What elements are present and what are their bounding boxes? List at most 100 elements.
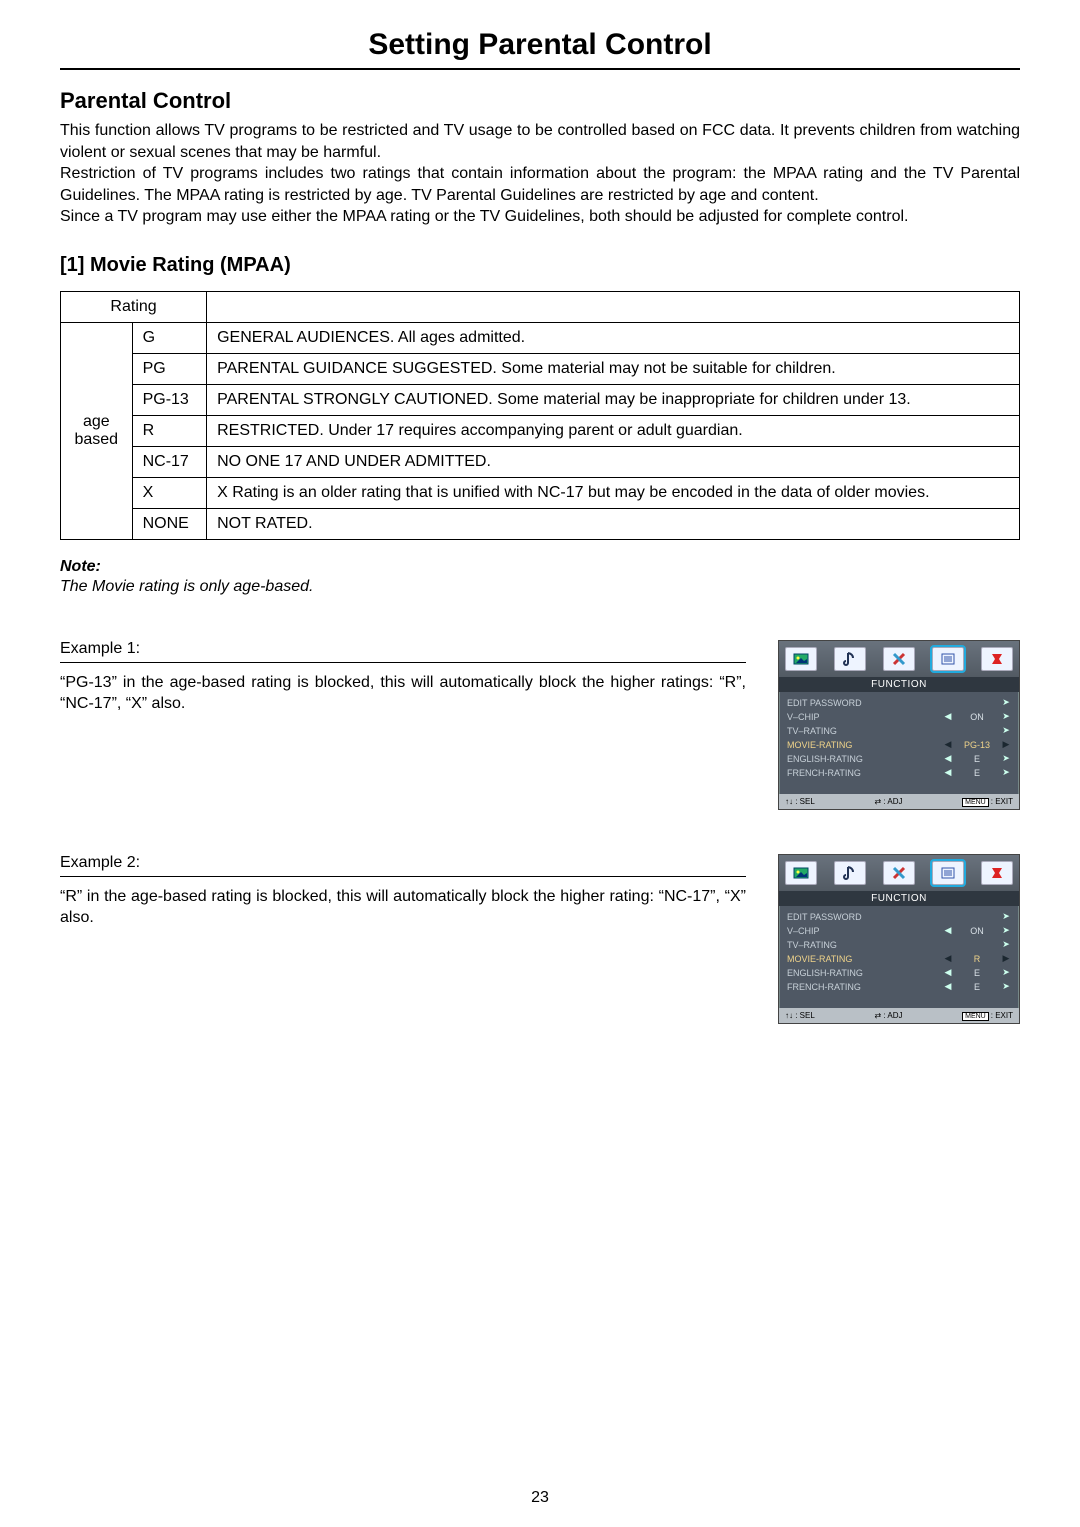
osd-item-label: V–CHIP [787, 926, 943, 936]
osd-item-label: V–CHIP [787, 712, 943, 722]
rating-code: R [132, 415, 207, 446]
osd-item-label: EDIT PASSWORD [787, 698, 943, 708]
osd-item-value: E [953, 968, 1001, 978]
osd-item-value: E [953, 768, 1001, 778]
rating-code: PG [132, 353, 207, 384]
intro-p1: This function allows TV programs to be r… [60, 120, 1020, 163]
osd-item-label: TV–RATING [787, 726, 943, 736]
function-tab-icon [932, 647, 964, 671]
audio-tab-icon [834, 647, 866, 671]
age-based-label: age based [61, 322, 133, 539]
mpaa-rating-table: Rating age based G GENERAL AUDIENCES. Al… [60, 291, 1020, 540]
rating-desc: PARENTAL STRONGLY CAUTIONED. Some materi… [207, 384, 1020, 415]
osd-foot-exit: : EXIT [991, 797, 1013, 806]
tools-tab-icon [883, 647, 915, 671]
right-arrow-icon: ➤ [1001, 911, 1011, 922]
picture-tab-icon [785, 861, 817, 885]
osd-item-value: ON [953, 712, 1001, 722]
table-row: NONE NOT RATED. [61, 508, 1020, 539]
right-arrow-icon: ➤ [1001, 711, 1011, 722]
osd-item-label: FRENCH-RATING [787, 768, 943, 778]
page-title: Setting Parental Control [60, 28, 1020, 68]
example-1-title: Example 1: [60, 640, 746, 658]
table-row: PG PARENTAL GUIDANCE SUGGESTED. Some mat… [61, 353, 1020, 384]
table-row: R RESTRICTED. Under 17 requires accompan… [61, 415, 1020, 446]
example-1-rule [60, 662, 746, 663]
example-2-body: “R” in the age-based rating is blocked, … [60, 887, 746, 929]
osd-screenshot-1: FUNCTION EDIT PASSWORD➤ V–CHIP◀ON➤ TV–RA… [778, 640, 1020, 810]
intro-p2: Restriction of TV programs includes two … [60, 163, 1020, 206]
setup-tab-icon [981, 861, 1013, 885]
rating-header: Rating [61, 291, 207, 322]
audio-tab-icon [834, 861, 866, 885]
right-arrow-icon: ➤ [1001, 939, 1011, 950]
function-tab-icon [932, 861, 964, 885]
osd-foot-adj: : ADJ [883, 797, 902, 806]
right-arrow-icon: ➤ [1001, 697, 1011, 708]
osd-item-label: FRENCH-RATING [787, 982, 943, 992]
example-2-title: Example 2: [60, 854, 746, 872]
rating-desc: NOT RATED. [207, 508, 1020, 539]
table-row: X X Rating is an older rating that is un… [61, 477, 1020, 508]
title-rule [60, 68, 1020, 70]
intro-p3: Since a TV program may use either the MP… [60, 206, 1020, 228]
right-arrow-icon: ▶ [1001, 953, 1011, 964]
left-arrow-icon: ◀ [943, 925, 953, 936]
age-based-line1: age [83, 413, 110, 430]
right-arrow-icon: ➤ [1001, 753, 1011, 764]
updown-arrow-icon: ↑↓ [785, 1011, 793, 1020]
setup-tab-icon [981, 647, 1013, 671]
tools-tab-icon [883, 861, 915, 885]
osd-footer: ↑↓ : SEL ⇄ : ADJ MENU: EXIT [779, 1008, 1019, 1023]
rating-desc: RESTRICTED. Under 17 requires accompanyi… [207, 415, 1020, 446]
osd-foot-sel: : SEL [795, 797, 815, 806]
note-body: The Movie rating is only age-based. [60, 578, 1020, 596]
rating-desc: PARENTAL GUIDANCE SUGGESTED. Some materi… [207, 353, 1020, 384]
table-row: age based G GENERAL AUDIENCES. All ages … [61, 322, 1020, 353]
osd-screenshot-2: FUNCTION EDIT PASSWORD➤ V–CHIP◀ON➤ TV–RA… [778, 854, 1020, 1024]
rating-code: PG-13 [132, 384, 207, 415]
right-arrow-icon: ➤ [1001, 767, 1011, 778]
osd-foot-sel: : SEL [795, 1011, 815, 1020]
osd-item-label: TV–RATING [787, 940, 943, 950]
osd-title: FUNCTION [779, 677, 1019, 692]
osd-tab-bar [779, 641, 1019, 677]
osd-foot-adj: : ADJ [883, 1011, 902, 1020]
right-arrow-icon: ➤ [1001, 725, 1011, 736]
osd-item-label: MOVIE-RATING [787, 740, 943, 750]
right-arrow-icon: ➤ [1001, 967, 1011, 978]
osd-title: FUNCTION [779, 891, 1019, 906]
osd-item-label: EDIT PASSWORD [787, 912, 943, 922]
leftright-arrow-icon: ⇄ [874, 1011, 881, 1020]
desc-header [207, 291, 1020, 322]
rating-code: G [132, 322, 207, 353]
rating-desc: NO ONE 17 AND UNDER ADMITTED. [207, 446, 1020, 477]
example-2-rule [60, 876, 746, 877]
osd-item-value: PG-13 [953, 740, 1001, 750]
rating-code: NONE [132, 508, 207, 539]
osd-item-value: R [953, 954, 1001, 964]
example-1-body: “PG-13” in the age-based rating is block… [60, 673, 746, 715]
menu-button-icon: MENU [962, 798, 989, 807]
osd-item-label: MOVIE-RATING [787, 954, 943, 964]
right-arrow-icon: ➤ [1001, 925, 1011, 936]
table-header-row: Rating [61, 291, 1020, 322]
note-label: Note: [60, 558, 1020, 576]
osd-item-value: E [953, 754, 1001, 764]
left-arrow-icon: ◀ [943, 953, 953, 964]
osd-item-label: ENGLISH-RATING [787, 754, 943, 764]
osd-tab-bar [779, 855, 1019, 891]
table-row: PG-13 PARENTAL STRONGLY CAUTIONED. Some … [61, 384, 1020, 415]
left-arrow-icon: ◀ [943, 981, 953, 992]
left-arrow-icon: ◀ [943, 767, 953, 778]
parental-control-heading: Parental Control [60, 88, 1020, 114]
picture-tab-icon [785, 647, 817, 671]
osd-item-value: E [953, 982, 1001, 992]
rating-code: X [132, 477, 207, 508]
movie-rating-heading: [1] Movie Rating (MPAA) [60, 254, 1020, 277]
left-arrow-icon: ◀ [943, 967, 953, 978]
right-arrow-icon: ➤ [1001, 981, 1011, 992]
leftright-arrow-icon: ⇄ [874, 797, 881, 806]
rating-desc: X Rating is an older rating that is unif… [207, 477, 1020, 508]
menu-button-icon: MENU [962, 1012, 989, 1021]
